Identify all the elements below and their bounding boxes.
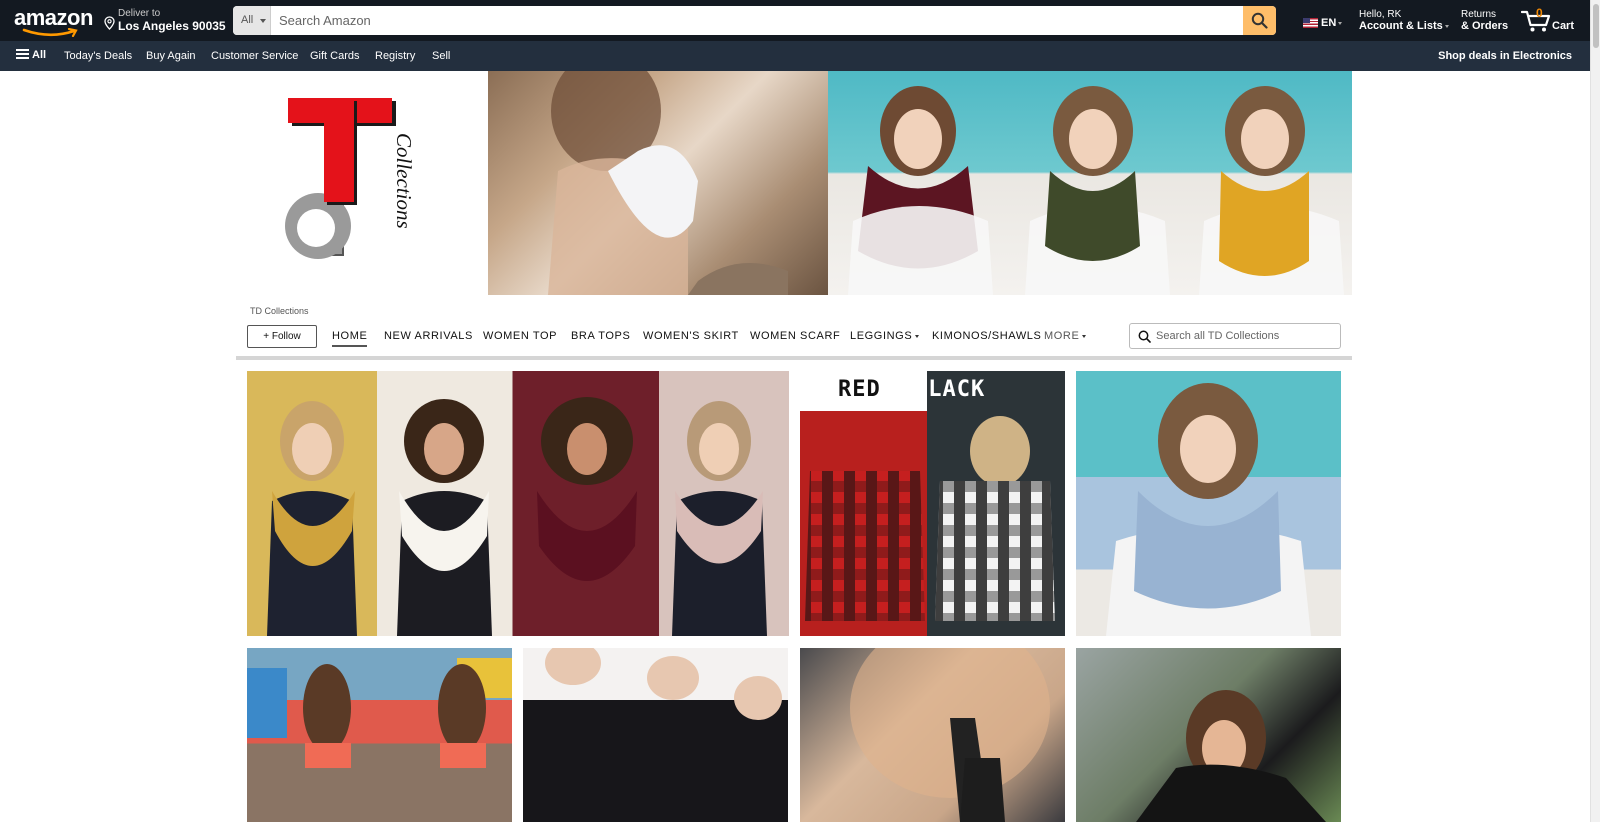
- td-collections-logo: Collections: [236, 71, 488, 295]
- account-greeting: Hello, RK: [1359, 9, 1402, 20]
- td-logo-mark: Collections: [285, 98, 416, 259]
- smile-arrow-icon: [22, 28, 78, 37]
- deliver-label: Deliver to: [118, 8, 161, 19]
- store-search-input[interactable]: [1156, 325, 1338, 347]
- hero-olive-scarf-photo: [1005, 71, 1179, 295]
- returns-label: Returns: [1461, 9, 1497, 20]
- store-hero: Collections: [236, 71, 1352, 295]
- tab-more[interactable]: MORE: [1044, 330, 1087, 342]
- tile-fishnet-top[interactable]: [1076, 648, 1341, 822]
- page-scrollbar[interactable]: [1590, 0, 1600, 822]
- search-bar: All: [233, 6, 1276, 35]
- search-icon: [1251, 12, 1268, 29]
- nav-todays-deals[interactable]: Today's Deals: [64, 50, 132, 62]
- search-category-label: All: [241, 14, 254, 26]
- us-flag-icon: [1303, 18, 1318, 28]
- black-label: BLACK: [914, 377, 986, 402]
- tile-coral-tube-top[interactable]: [247, 648, 512, 822]
- nav-registry[interactable]: Registry: [375, 50, 415, 62]
- tab-new-arrivals[interactable]: NEW ARRIVALS: [384, 330, 473, 342]
- all-menu-button[interactable]: All: [16, 49, 46, 61]
- nav-buy-again[interactable]: Buy Again: [146, 50, 196, 62]
- orders-label: & Orders: [1461, 20, 1509, 32]
- secondary-nav: All Today's Deals Buy Again Customer Ser…: [0, 41, 1590, 71]
- amazon-logo[interactable]: amazon: [14, 5, 93, 37]
- cart-button[interactable]: 0 Cart: [1521, 5, 1576, 35]
- top-nav: amazon Deliver to Los Angeles 90035 All …: [0, 0, 1590, 41]
- nav-customer-service[interactable]: Customer Service: [211, 50, 298, 62]
- tab-leggings-label: LEGGINGS: [850, 330, 913, 342]
- cart-count: 0: [1536, 6, 1543, 20]
- location-pin-icon: [104, 16, 115, 30]
- red-label: RED: [838, 377, 881, 402]
- nav-electronics-deals[interactable]: Shop deals in Electronics: [1438, 50, 1572, 62]
- follow-button[interactable]: + Follow: [247, 325, 317, 348]
- hamburger-icon: [16, 49, 29, 59]
- tab-more-label: MORE: [1044, 330, 1080, 342]
- search-input[interactable]: [271, 6, 1233, 35]
- account-lists[interactable]: Hello, RK Account & Lists: [1359, 9, 1449, 33]
- cart-label: Cart: [1552, 20, 1575, 32]
- store-divider: [236, 356, 1352, 360]
- deliver-location: Los Angeles 90035: [118, 19, 226, 33]
- tab-home[interactable]: HOME: [332, 330, 368, 347]
- account-label: Account & Lists: [1359, 20, 1443, 32]
- tab-bra-tops[interactable]: BRA TOPS: [571, 330, 630, 342]
- search-button[interactable]: [1243, 6, 1276, 35]
- tile-lace-back-bra[interactable]: [800, 648, 1065, 822]
- search-category-select[interactable]: All: [233, 6, 271, 35]
- chevron-down-icon: [1082, 334, 1087, 338]
- language-code: EN: [1321, 17, 1337, 29]
- nav-sell[interactable]: Sell: [432, 50, 450, 62]
- all-menu-label: All: [32, 49, 47, 61]
- tab-women-scarf[interactable]: WOMEN SCARF: [750, 330, 840, 342]
- tile-black-camisoles[interactable]: [523, 648, 788, 822]
- tab-women-top[interactable]: WOMEN TOP: [483, 330, 557, 342]
- hero-mustard-scarf-photo: [1179, 71, 1352, 295]
- tile-button-scarves[interactable]: [247, 371, 789, 636]
- tab-kimonos-shawls[interactable]: KIMONOS/SHAWLS: [932, 330, 1041, 342]
- hero-bra-top-photo: [488, 71, 828, 295]
- nav-gift-cards[interactable]: Gift Cards: [310, 50, 360, 62]
- store-name: TD Collections: [250, 306, 309, 316]
- tab-womens-skirt[interactable]: WOMEN'S SKIRT: [643, 330, 739, 342]
- chevron-down-icon: [260, 19, 266, 23]
- logo-wordmark: amazon: [14, 5, 93, 30]
- logo-collections-text: Collections: [392, 133, 416, 229]
- chevron-down-icon: [1338, 21, 1343, 25]
- store-search: [1129, 323, 1341, 349]
- tab-leggings[interactable]: LEGGINGS: [850, 330, 920, 342]
- tile-light-blue-scarf[interactable]: [1076, 371, 1341, 636]
- scrollbar-thumb[interactable]: [1593, 4, 1599, 48]
- search-icon: [1138, 330, 1151, 343]
- returns-orders[interactable]: Returns & Orders: [1461, 9, 1508, 33]
- tile-buffalo-plaid-ponchos[interactable]: RED BLACK: [800, 371, 1065, 636]
- hero-burgundy-scarf-photo: [828, 71, 1005, 295]
- chevron-down-icon: [1444, 24, 1449, 28]
- chevron-down-icon: [915, 334, 920, 338]
